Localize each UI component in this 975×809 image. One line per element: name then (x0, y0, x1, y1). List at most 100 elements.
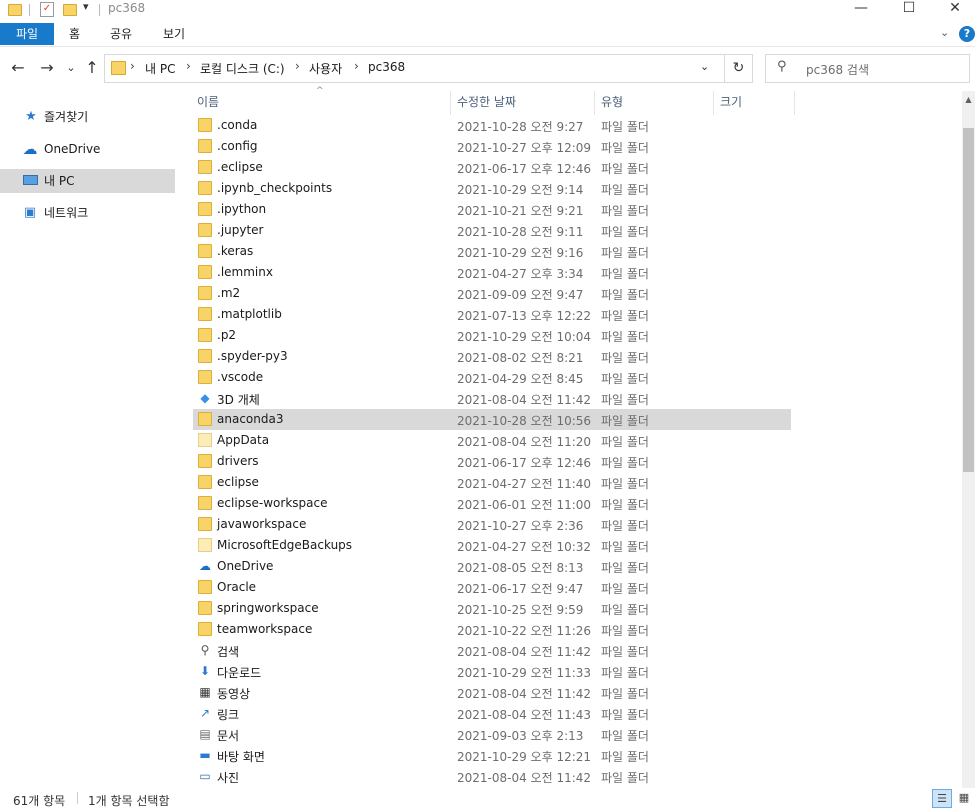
file-name: drivers (217, 454, 259, 468)
large-icons-view-button[interactable]: ▦ (955, 789, 973, 806)
sidebar-item-network[interactable]: ▣ 네트워크 (0, 201, 175, 225)
file-row[interactable]: .conda 2021-10-28 오전 9:27 파일 폴더 (193, 115, 791, 136)
sidebar-item-this-pc[interactable]: 내 PC (0, 169, 175, 193)
breadcrumb-separator[interactable]: › (354, 59, 359, 73)
address-dropdown-icon[interactable]: ⌄ (700, 60, 709, 73)
file-row[interactable]: ☁ OneDrive 2021-08-05 오전 8:13 파일 폴더 (193, 556, 791, 577)
file-row[interactable]: javaworkspace 2021-10-27 오후 2:36 파일 폴더 (193, 514, 791, 535)
file-row[interactable]: .keras 2021-10-29 오전 9:16 파일 폴더 (193, 241, 791, 262)
file-date: 2021-10-29 오전 11:33 (457, 666, 592, 680)
ribbon-expand-icon[interactable]: ⌄ (940, 26, 949, 39)
tab-home[interactable]: 홈 (69, 23, 80, 45)
file-row[interactable]: eclipse-workspace 2021-06-01 오전 11:00 파일 폴… (193, 493, 791, 514)
title-separator (99, 4, 100, 16)
column-divider[interactable] (713, 91, 714, 115)
column-header-size[interactable]: 크기 (720, 95, 742, 115)
breadcrumb-separator[interactable]: › (130, 59, 135, 73)
column-header-type[interactable]: 유형 (601, 95, 623, 115)
hidden-folder-icon (198, 433, 212, 447)
folder-icon (198, 412, 212, 426)
file-row[interactable]: springworkspace 2021-10-25 오전 9:59 파일 폴더 (193, 598, 791, 619)
file-row[interactable]: ↗ 링크 2021-08-04 오전 11:43 파일 폴더 (193, 703, 791, 724)
tab-view[interactable]: 보기 (163, 23, 185, 45)
file-row[interactable]: .ipython 2021-10-21 오전 9:21 파일 폴더 (193, 199, 791, 220)
help-icon[interactable]: ? (959, 26, 975, 42)
status-separator (77, 792, 78, 804)
column-divider[interactable] (450, 91, 451, 115)
column-header-date[interactable]: 수정한 날짜 (457, 95, 516, 115)
breadcrumb-separator[interactable]: › (186, 59, 191, 73)
breadcrumb-separator[interactable]: › (295, 59, 300, 73)
minimize-button[interactable]: — (838, 0, 884, 20)
breadcrumb-users[interactable]: 사용자 (309, 60, 342, 77)
tab-share[interactable]: 공유 (110, 23, 132, 45)
file-type: 파일 폴더 (601, 603, 649, 617)
file-row[interactable]: .config 2021-10-27 오후 12:09 파일 폴더 (193, 136, 791, 157)
up-button[interactable]: ↑ (82, 58, 102, 78)
network-icon: ▣ (23, 205, 37, 220)
cloud-icon: ☁ (199, 559, 211, 573)
file-row[interactable]: eclipse 2021-04-27 오전 11:40 파일 폴더 (193, 472, 791, 493)
file-row[interactable]: .m2 2021-09-09 오전 9:47 파일 폴더 (193, 283, 791, 304)
file-row[interactable]: .ipynb_checkpoints 2021-10-29 오전 9:14 파일 폴… (193, 178, 791, 199)
file-name: OneDrive (217, 559, 274, 573)
file-date: 2021-10-29 오전 10:04 (457, 330, 592, 344)
folder-icon[interactable] (8, 4, 22, 16)
file-row[interactable]: ⬇ 다운로드 2021-10-29 오전 11:33 파일 폴더 (193, 661, 791, 682)
file-row[interactable]: .matplotlib 2021-07-13 오후 12:22 파일 폴더 (193, 304, 791, 325)
file-type: 파일 폴더 (601, 645, 649, 659)
new-folder-icon[interactable] (63, 4, 77, 16)
column-divider[interactable] (794, 91, 795, 115)
column-header-name[interactable]: 이름 (197, 95, 219, 115)
tab-file[interactable]: 파일 (0, 23, 54, 45)
file-row[interactable]: .spyder-py3 2021-08-02 오전 8:21 파일 폴더 (193, 346, 791, 367)
maximize-button[interactable]: ☐ (886, 0, 932, 20)
file-type: 파일 폴더 (601, 456, 649, 470)
file-name: 동영상 (217, 687, 251, 701)
properties-icon[interactable]: ✓ (40, 2, 54, 17)
breadcrumb-current[interactable]: pc368 (368, 60, 405, 74)
file-row[interactable]: ▬ 바탕 화면 2021-10-29 오후 12:21 파일 폴더 (193, 745, 791, 766)
file-type: 파일 폴더 (601, 183, 649, 197)
file-name: javaworkspace (217, 517, 307, 531)
forward-button[interactable]: → (37, 58, 57, 78)
file-row[interactable]: ⚲ 검색 2021-08-04 오전 11:42 파일 폴더 (193, 640, 791, 661)
back-button[interactable]: ← (8, 58, 28, 78)
file-type: 파일 폴더 (601, 204, 649, 218)
file-type: 파일 폴더 (601, 582, 649, 596)
close-button[interactable]: ✕ (932, 0, 975, 20)
folder-icon (198, 139, 212, 153)
file-row[interactable]: ▭ 사진 2021-08-04 오전 11:42 파일 폴더 (193, 766, 791, 787)
details-view-button[interactable]: ☰ (932, 789, 952, 808)
file-row[interactable]: ▤ 문서 2021-09-03 오후 2:13 파일 폴더 (193, 724, 791, 745)
breadcrumb-this-pc[interactable]: 내 PC (145, 60, 175, 77)
search-icon: ⚲ (777, 59, 787, 74)
folder-icon (198, 160, 212, 174)
quick-access-dropdown-icon[interactable]: ▾ (83, 0, 89, 13)
scroll-up-icon[interactable]: ▲ (962, 91, 975, 108)
file-row[interactable]: AppData 2021-08-04 오전 11:20 파일 폴더 (193, 430, 791, 451)
file-row[interactable]: ◆ 3D 개체 2021-08-04 오전 11:42 파일 폴더 (193, 388, 791, 409)
file-row[interactable]: anaconda3 2021-10-28 오전 10:56 파일 폴더 (193, 409, 791, 430)
search-placeholder[interactable]: pc368 검색 (806, 61, 869, 78)
file-row[interactable]: teamworkspace 2021-10-22 오전 11:26 파일 폴더 (193, 619, 791, 640)
file-row[interactable]: .eclipse 2021-06-17 오후 12:46 파일 폴더 (193, 157, 791, 178)
file-type: 파일 폴더 (601, 519, 649, 533)
address-bar[interactable] (104, 54, 725, 83)
refresh-button[interactable]: ↻ (724, 54, 753, 83)
file-date: 2021-04-27 오전 10:32 (457, 540, 592, 554)
file-row[interactable]: ▦ 동영상 2021-08-04 오전 11:42 파일 폴더 (193, 682, 791, 703)
file-row[interactable]: .p2 2021-10-29 오전 10:04 파일 폴더 (193, 325, 791, 346)
file-row[interactable]: .lemminx 2021-04-27 오후 3:34 파일 폴더 (193, 262, 791, 283)
breadcrumb-local-disk[interactable]: 로컬 디스크 (C:) (200, 60, 285, 77)
scrollbar-thumb[interactable] (963, 128, 974, 472)
file-row[interactable]: drivers 2021-06-17 오후 12:46 파일 폴더 (193, 451, 791, 472)
sidebar-item-onedrive[interactable]: ☁ OneDrive (0, 137, 175, 161)
sidebar-item-quick-access[interactable]: ★ 즐겨찾기 (0, 105, 175, 129)
file-row[interactable]: Oracle 2021-06-17 오전 9:47 파일 폴더 (193, 577, 791, 598)
file-row[interactable]: .jupyter 2021-10-28 오전 9:11 파일 폴더 (193, 220, 791, 241)
file-row[interactable]: MicrosoftEdgeBackups 2021-04-27 오전 10:32 파… (193, 535, 791, 556)
recent-locations-button[interactable]: ⌄ (61, 58, 81, 78)
column-divider[interactable] (594, 91, 595, 115)
file-row[interactable]: .vscode 2021-04-29 오전 8:45 파일 폴더 (193, 367, 791, 388)
